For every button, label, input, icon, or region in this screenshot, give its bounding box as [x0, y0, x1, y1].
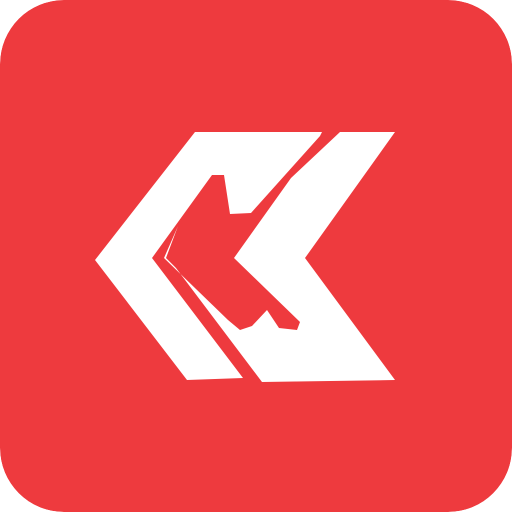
app-icon[interactable]: [0, 0, 512, 512]
app-icon-graphic: [0, 0, 512, 512]
